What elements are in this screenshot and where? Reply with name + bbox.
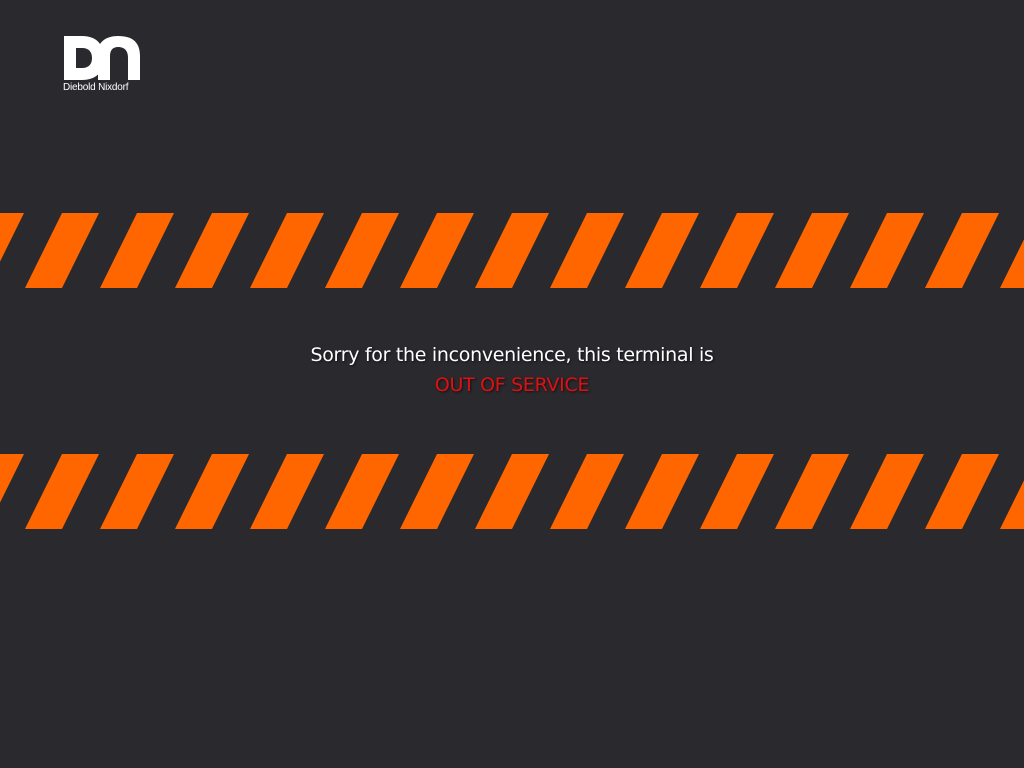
hazard-stripe-top — [0, 213, 1024, 288]
hazard-stripe — [925, 454, 999, 529]
hazard-stripe — [775, 454, 849, 529]
status-text: OUT OF SERVICE — [434, 374, 590, 396]
hazard-stripe — [850, 213, 924, 288]
hazard-stripe — [25, 213, 99, 288]
hazard-stripe — [400, 213, 474, 288]
hazard-stripe — [175, 213, 249, 288]
hazard-stripe — [700, 454, 774, 529]
hazard-stripe — [550, 213, 624, 288]
hazard-stripe — [25, 454, 99, 529]
hazard-stripe — [400, 454, 474, 529]
diebold-nixdorf-logo: Diebold Nixdorf — [62, 34, 144, 96]
hazard-stripe — [325, 213, 399, 288]
hazard-stripe — [475, 213, 549, 288]
hazard-stripe — [1000, 239, 1024, 288]
out-of-service-screen: Diebold Nixdorf Sorry for the inconvenie… — [0, 0, 1024, 768]
hazard-stripe-bottom — [0, 454, 1024, 529]
hazard-stripe — [100, 213, 174, 288]
hazard-stripe — [0, 454, 24, 503]
hazard-stripe — [700, 213, 774, 288]
out-of-service-message: Sorry for the inconvenience, this termin… — [0, 340, 1024, 400]
hazard-stripe — [925, 213, 999, 288]
hazard-stripes-top-graphic — [0, 213, 1024, 288]
hazard-stripe — [175, 454, 249, 529]
hazard-stripe — [250, 454, 324, 529]
hazard-stripe — [625, 454, 699, 529]
hazard-stripe — [550, 454, 624, 529]
logo-wordmark: Diebold Nixdorf — [63, 82, 129, 93]
apology-text: Sorry for the inconvenience, this termin… — [310, 344, 714, 366]
dn-logo-mark-icon — [64, 36, 140, 80]
hazard-stripe — [0, 213, 24, 262]
hazard-stripe — [850, 454, 924, 529]
hazard-stripes-bottom-graphic — [0, 454, 1024, 529]
hazard-stripe — [475, 454, 549, 529]
hazard-stripe — [325, 454, 399, 529]
hazard-stripe — [775, 213, 849, 288]
hazard-stripe — [250, 213, 324, 288]
hazard-stripe — [100, 454, 174, 529]
hazard-stripe — [625, 213, 699, 288]
hazard-stripe — [1000, 480, 1024, 529]
